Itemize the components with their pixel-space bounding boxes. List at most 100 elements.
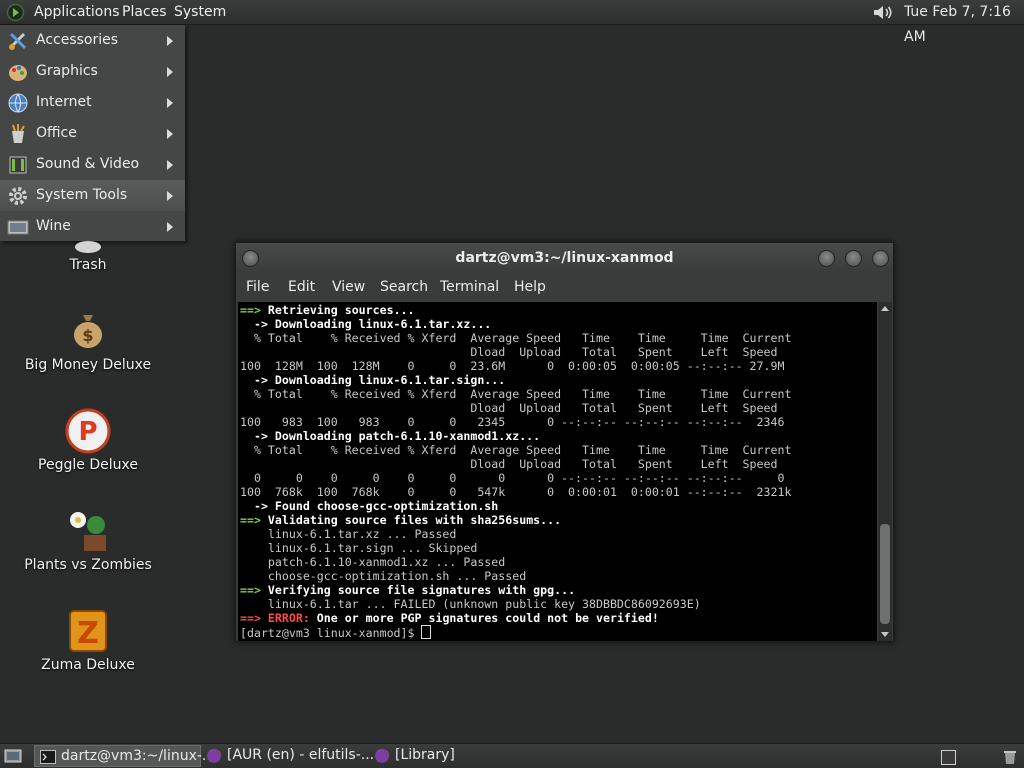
output-line: 0 0 0 0 0 0 0 0 --:--:-- --:--:-- --:--:… (240, 471, 785, 485)
svg-text:$: $ (82, 326, 93, 345)
terminal-titlebar[interactable]: dartz@vm3:~/linux-xanmod (236, 243, 893, 273)
taskbar-item-label: dartz@vm3:~/linux-... (61, 748, 216, 764)
menu-view[interactable]: View (332, 273, 365, 302)
output-line: patch-6.1.10-xanmod1.xz ... Passed (240, 555, 506, 569)
output-line: -> Downloading patch-6.1.10-xanmod1.xz..… (240, 429, 541, 443)
scroll-down-icon[interactable] (881, 632, 889, 637)
taskbar-item-label: [Library] (395, 747, 455, 763)
output-line: % Total % Received % Xferd Average Speed… (240, 387, 792, 401)
submenu-arrow-icon (167, 191, 173, 201)
error-marker: ==> (240, 611, 261, 625)
arrow-marker: ==> (240, 513, 261, 527)
scroll-up-icon[interactable] (881, 306, 889, 311)
menu-help[interactable]: Help (514, 273, 546, 302)
close-icon[interactable] (872, 250, 889, 267)
menu-label: Sound & Video (36, 156, 140, 172)
menu-item-office[interactable]: Office (0, 118, 185, 149)
taskbar-item-firefox-aur[interactable]: [AUR (en) - elfutils-... (201, 745, 374, 767)
menu-label: Wine (36, 218, 71, 234)
error-message: One or more PGP signatures could not be … (309, 611, 659, 625)
applications-menu[interactable]: Applications (34, 0, 120, 25)
menu-item-internet[interactable]: Internet (0, 87, 185, 118)
menu-label: System Tools (36, 187, 128, 203)
terminal-window[interactable]: dartz@vm3:~/linux-xanmod File Edit View … (235, 242, 894, 642)
output-line: -> Found choose-gcc-optimization.sh (240, 499, 499, 513)
menu-file[interactable]: File (246, 273, 269, 302)
menu-label: Internet (36, 94, 92, 110)
menu-item-accessories[interactable]: Accessories (0, 25, 185, 56)
output-line: linux-6.1.tar ... FAILED (unknown public… (240, 597, 701, 611)
maximize-icon[interactable] (845, 250, 862, 267)
menu-label: Accessories (36, 32, 119, 48)
arrow-marker: ==> (240, 303, 261, 317)
submenu-arrow-icon (167, 160, 173, 170)
text-cursor (421, 625, 432, 639)
output-line: -> Downloading linux-6.1.tar.xz... (240, 317, 492, 331)
workspace-switcher-icon[interactable] (941, 750, 956, 765)
menu-item-system-tools[interactable]: System Tools (0, 180, 185, 211)
system-tools-icon (9, 187, 27, 205)
menu-item-graphics[interactable]: Graphics (0, 56, 185, 87)
desktop-icon-label: Plants vs Zombies (24, 557, 152, 573)
submenu-arrow-icon (167, 222, 173, 232)
gnome-foot-icon[interactable] (6, 3, 25, 22)
menu-item-wine[interactable]: Wine (0, 211, 185, 242)
scrollbar-thumb[interactable] (880, 524, 890, 624)
output-line: % Total % Received % Xferd Average Speed… (240, 331, 792, 345)
sound-video-icon (9, 156, 27, 174)
output-line: Dload Upload Total Spent Left Speed (240, 345, 778, 359)
menu-label: Office (36, 125, 77, 141)
desktop-icon-label: Zuma Deluxe (41, 657, 135, 673)
output-line: Dload Upload Total Spent Left Speed (240, 457, 778, 471)
shell-prompt: [dartz@vm3 linux-xanmod]$ (240, 626, 422, 640)
window-title: dartz@vm3:~/linux-xanmod (455, 250, 674, 266)
taskbar-item-terminal[interactable]: dartz@vm3:~/linux-... (34, 745, 215, 767)
output-line: Verifying source file signatures with gp… (260, 583, 576, 597)
trash-icon (75, 241, 101, 253)
menu-terminal[interactable]: Terminal (440, 273, 499, 302)
output-line: Dload Upload Total Spent Left Speed (240, 401, 778, 415)
terminal-output[interactable]: ==> Retrieving sources... -> Downloading… (238, 302, 877, 641)
svg-text:P: P (78, 417, 97, 447)
bottom-panel: dartz@vm3:~/linux-... [AUR (en) - elfuti… (0, 743, 1024, 768)
menu-search[interactable]: Search (380, 273, 428, 302)
menu-item-sound-video[interactable]: Sound & Video (0, 149, 185, 180)
output-line: -> Downloading linux-6.1.tar.sign... (240, 373, 506, 387)
minimize-icon[interactable] (818, 250, 835, 267)
svg-text:Z: Z (77, 616, 99, 651)
taskbar-item-firefox-library[interactable]: [Library] (369, 745, 535, 767)
submenu-arrow-icon (167, 98, 173, 108)
desktop-icon-label: Big Money Deluxe (24, 357, 152, 373)
output-line: linux-6.1.tar.xz ... Passed (240, 527, 457, 541)
output-line: Retrieving sources... (260, 303, 415, 317)
output-line: 100 768k 100 768k 0 0 547k 0 0:00:01 0:0… (240, 485, 792, 499)
top-panel: Applications Places System Tue Feb 7, 7:… (0, 0, 1024, 45)
terminal-icon (40, 750, 56, 764)
wine-icon (7, 220, 29, 235)
clock[interactable]: Tue Feb 7, 7:16 AM (904, 0, 1024, 45)
accessories-icon (8, 32, 27, 50)
places-menu[interactable]: Places (122, 0, 167, 25)
peggle-icon: P (65, 408, 111, 454)
output-line: linux-6.1.tar.sign ... Skipped (240, 541, 478, 555)
firefox-icon (207, 749, 222, 763)
volume-icon[interactable] (872, 3, 894, 22)
menu-edit[interactable]: Edit (288, 273, 315, 302)
system-menu[interactable]: System (174, 0, 226, 25)
office-icon (12, 124, 25, 143)
arrow-marker: ==> (240, 583, 261, 597)
output-line: 100 128M 100 128M 0 0 23.6M 0 0:00:05 0:… (240, 359, 785, 373)
terminal-scrollbar[interactable] (878, 302, 892, 641)
zuma-icon: Z (69, 610, 107, 652)
plants-vs-zombies-icon (70, 512, 106, 551)
show-desktop-icon[interactable] (4, 748, 22, 764)
graphics-icon (9, 65, 27, 81)
submenu-arrow-icon (167, 67, 173, 77)
output-line: choose-gcc-optimization.sh ... Passed (240, 569, 527, 583)
menu-label: Graphics (36, 63, 98, 79)
trash-applet-icon[interactable] (1002, 749, 1018, 765)
desktop-icon-label: Peggle Deluxe (38, 457, 138, 473)
output-line: % Total % Received % Xferd Average Speed… (240, 443, 792, 457)
taskbar-item-label: [AUR (en) - elfutils-... (227, 747, 375, 763)
internet-icon (8, 93, 28, 113)
